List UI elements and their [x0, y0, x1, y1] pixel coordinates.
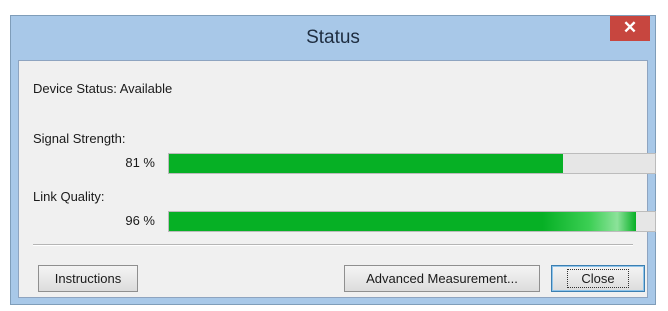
link-quality-percent: 96 % — [125, 213, 155, 228]
device-status-text: Device Status: Available — [33, 81, 173, 96]
advanced-measurement-button-label: Advanced Measurement... — [366, 271, 518, 286]
signal-strength-percent: 81 % — [125, 155, 155, 170]
signal-strength-label: Signal Strength: — [33, 131, 126, 146]
status-dialog: Status ✕ Device Status: Available Signal… — [10, 15, 656, 305]
signal-strength-bar — [168, 153, 656, 174]
signal-strength-fill — [169, 154, 563, 173]
close-button-label: Close — [567, 269, 629, 288]
dialog-body: Device Status: Available Signal Strength… — [18, 60, 656, 298]
link-quality-fill — [169, 212, 636, 231]
advanced-measurement-button[interactable]: Advanced Measurement... — [344, 265, 540, 292]
instructions-button-label: Instructions — [54, 271, 122, 286]
close-button[interactable]: Close — [551, 265, 645, 292]
window-title: Status — [306, 27, 360, 48]
link-quality-label: Link Quality: — [33, 189, 105, 204]
title-bar: Status ✕ — [11, 16, 655, 60]
instructions-button[interactable]: Instructions — [38, 265, 138, 292]
separator — [33, 244, 633, 246]
close-icon[interactable]: ✕ — [610, 16, 650, 41]
link-quality-bar — [168, 211, 656, 232]
